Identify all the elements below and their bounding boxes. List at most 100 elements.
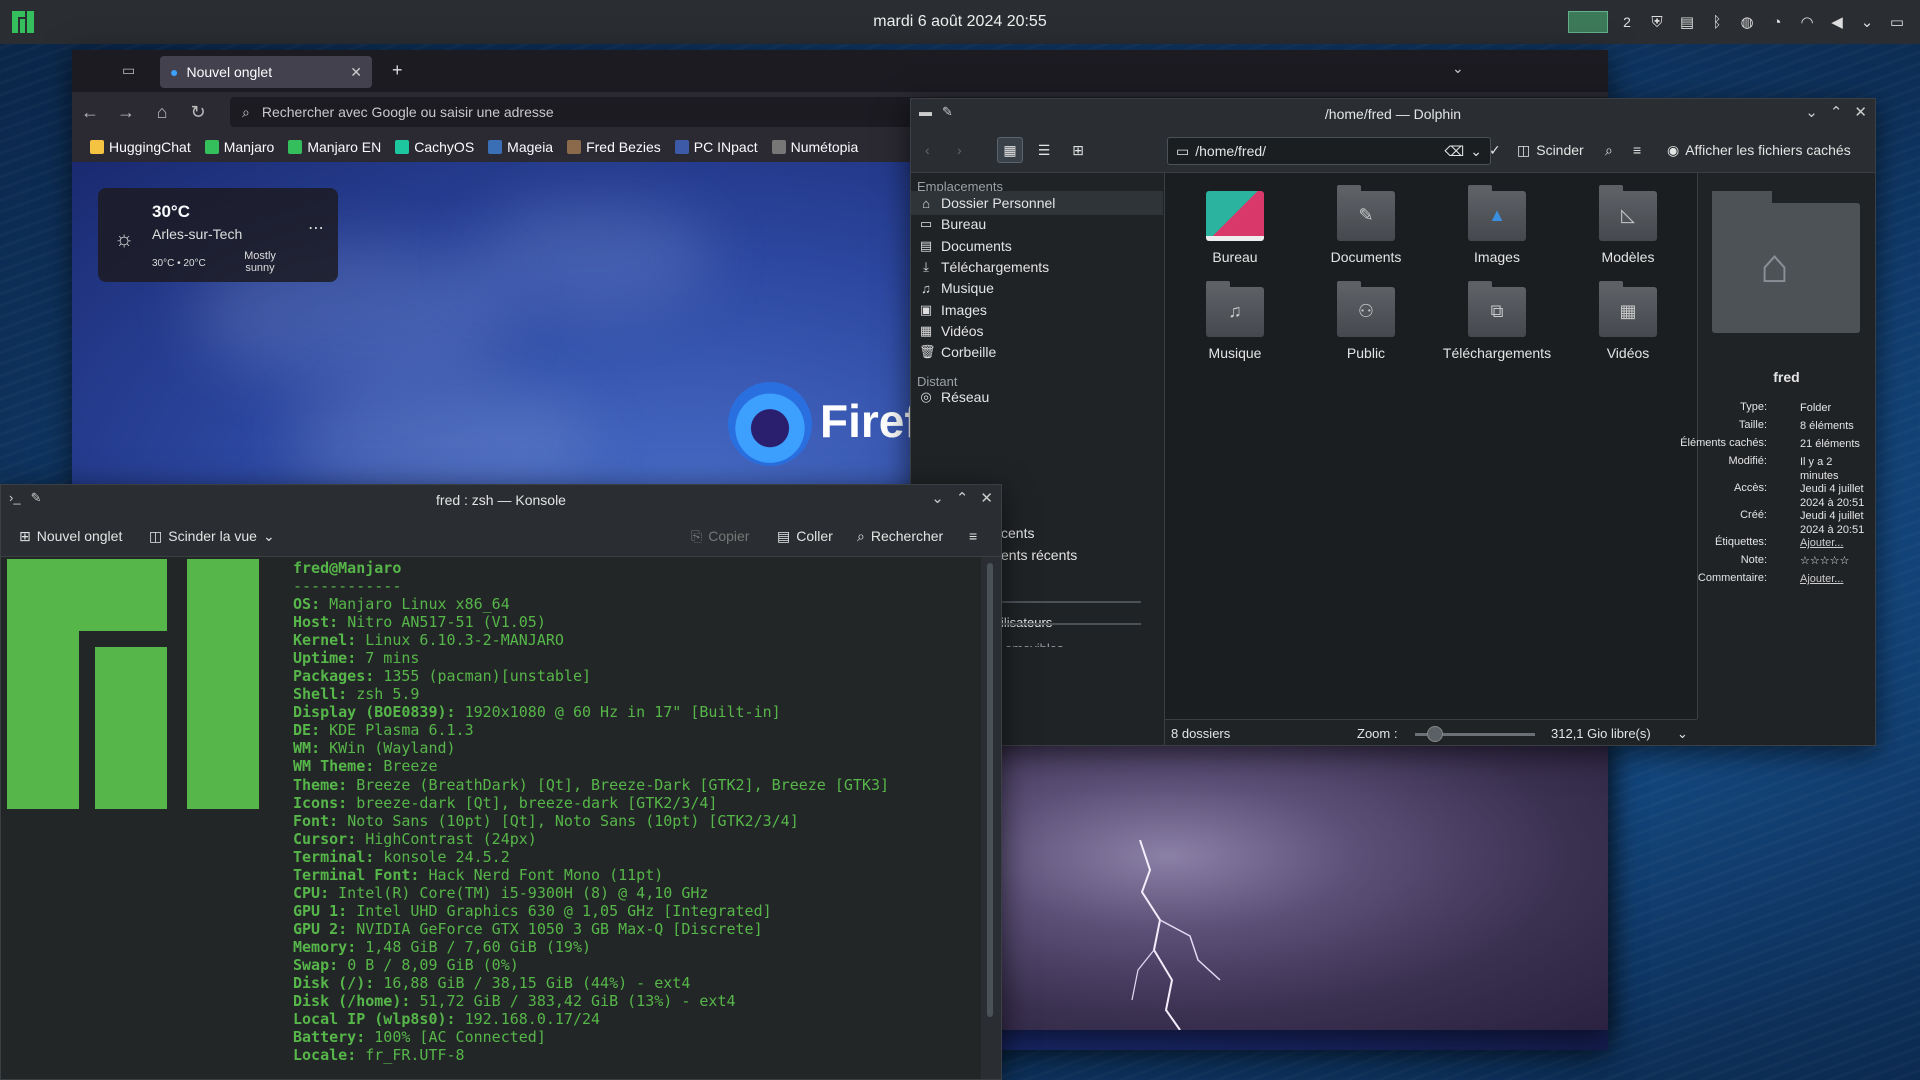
folder-item[interactable]: Bureau	[1175, 191, 1295, 265]
places-item[interactable]: ◎ Réseau	[911, 385, 1163, 409]
fastfetch-value: konsole 24.5.2	[383, 847, 510, 866]
bookmark-item[interactable]: Numétopia	[766, 139, 865, 155]
fastfetch-line: Theme: Breeze (BreathDark) [Qt], Breeze-…	[293, 776, 889, 794]
show-hidden-label: Afficher les fichiers cachés	[1685, 142, 1851, 158]
hamburger-menu-icon[interactable]: ≡	[1633, 137, 1641, 163]
firefox-wordmark: Firef	[820, 395, 920, 447]
virtual-desktop-pager[interactable]	[1568, 11, 1608, 33]
search-button[interactable]: ⌕ Rechercher	[857, 523, 943, 549]
folder-item[interactable]: ▲ Images	[1437, 185, 1557, 265]
volume-icon[interactable]: ◀	[1826, 11, 1848, 33]
bookmark-item[interactable]: Mageia	[482, 139, 559, 155]
panel-divider	[1001, 601, 1141, 603]
bookmark-item[interactable]: PC INpact	[669, 139, 764, 155]
clipboard-icon[interactable]: ▤	[1676, 11, 1698, 33]
update-icon[interactable]: ◔	[1766, 11, 1788, 33]
bookmark-item[interactable]: Fred Bezies	[561, 139, 667, 155]
fastfetch-key: Disk (/)	[293, 974, 366, 993]
folder-item[interactable]: ♫ Musique	[1175, 281, 1295, 361]
free-space[interactable]: 312,1 Gio libre(s)	[1551, 726, 1651, 741]
fastfetch-line: Kernel: Linux 6.10.3-2-MANJARO	[293, 631, 564, 649]
info-value[interactable]: ☆☆☆☆☆	[1800, 554, 1870, 568]
weather-widget[interactable]: ☼ 30°C Arles-sur-Tech 30°C • 20°C Mostly…	[98, 188, 338, 282]
fastfetch-key: Terminal	[293, 847, 366, 866]
bookmark-item[interactable]: Manjaro EN	[282, 139, 387, 155]
chevron-down-icon[interactable]: ⌄	[1677, 726, 1688, 742]
split-label: Scinder	[1536, 142, 1584, 158]
folder-item[interactable]: ✎ Documents	[1306, 185, 1426, 265]
fastfetch-line: Host: Nitro AN517-51 (V1.05)	[293, 613, 546, 631]
minimize-icon[interactable]: ⌄	[1805, 103, 1818, 121]
fastfetch-value: KDE Plasma 6.1.3	[329, 721, 474, 740]
bookmark-item[interactable]: HuggingChat	[84, 139, 197, 155]
terminal-output[interactable]: fred@Manjaro ------------ OS: Manjaro Li…	[1, 557, 981, 1079]
folder-item[interactable]: ◺ Modèles	[1568, 185, 1688, 265]
bookmark-item[interactable]: CachyOS	[389, 139, 480, 155]
shield-icon[interactable]: ⛨	[1646, 11, 1668, 33]
close-icon[interactable]: ✕	[1854, 103, 1867, 121]
confirm-icon[interactable]: ✓	[1489, 137, 1501, 163]
back-icon[interactable]: ‹	[925, 137, 930, 163]
copy-icon: ⎘	[691, 527, 703, 544]
fastfetch-key: Shell	[293, 685, 339, 704]
chevron-down-icon[interactable]: ⌄	[1856, 11, 1878, 33]
search-icon[interactable]: ⌕	[1605, 137, 1613, 163]
reload-icon[interactable]: ↻	[180, 102, 216, 123]
new-tab-button[interactable]: ⊞ Nouvel onglet	[19, 523, 122, 549]
folder-item[interactable]: ⚇ Public	[1306, 281, 1426, 361]
fastfetch-colon: :	[347, 829, 366, 848]
info-value: 21 éléments	[1800, 438, 1860, 450]
back-icon[interactable]: ←	[72, 102, 108, 123]
location-path: /home/fred/	[1195, 143, 1267, 159]
places-item-fragment[interactable]: ents récents	[1001, 547, 1077, 563]
scrollbar[interactable]	[981, 557, 1001, 1079]
split-button[interactable]: ◫ Scinder	[1517, 137, 1584, 163]
home-icon[interactable]: ⌂	[144, 102, 180, 123]
paste-label: Coller	[796, 528, 833, 544]
maximize-icon[interactable]: ⌃	[1830, 103, 1843, 121]
bookmark-item[interactable]: Manjaro	[199, 139, 281, 155]
wifi-icon[interactable]: ◠	[1796, 11, 1818, 33]
lightning-bolt-image	[1131, 840, 1221, 1030]
hamburger-menu-icon[interactable]: ≡	[969, 523, 977, 549]
more-options-icon[interactable]: ⋯	[308, 218, 324, 238]
forward-icon[interactable]: ›	[957, 137, 962, 163]
copy-button[interactable]: ⎘ Copier	[691, 523, 749, 549]
folder-icon: ⚇	[1337, 281, 1395, 337]
fastfetch-colon: :	[338, 685, 357, 704]
info-key: Modifié:	[1728, 455, 1767, 467]
tab-list-icon[interactable]: ▭	[122, 62, 135, 79]
place-icon: ♫	[921, 280, 931, 296]
tabs-menu-icon[interactable]: ⌄	[1452, 60, 1464, 77]
folder-item[interactable]: ▦ Vidéos	[1568, 281, 1688, 361]
folder-icon: ▦	[1599, 281, 1657, 337]
close-tab-icon[interactable]: ✕	[350, 64, 362, 81]
split-view-button[interactable]: ◫ Scinder la vue ⌄	[149, 523, 275, 549]
compact-view-icon[interactable]: ☰	[1031, 137, 1057, 163]
places-item-fragment[interactable]: cents	[1001, 525, 1034, 541]
show-hidden-button[interactable]: ◉ Afficher les fichiers cachés	[1667, 137, 1851, 163]
folder-item[interactable]: ⧉ Téléchargements	[1437, 281, 1557, 361]
forward-icon[interactable]: →	[108, 102, 144, 123]
icons-view-icon[interactable]: ▦	[997, 137, 1023, 163]
paste-button[interactable]: ▤ Coller	[777, 523, 833, 549]
chevron-down-icon[interactable]: ⌄	[1470, 143, 1482, 160]
bluetooth-icon[interactable]: ᛒ	[1706, 11, 1728, 33]
places-item[interactable]: 🗑 Corbeille	[911, 340, 1163, 364]
fastfetch-colon: :	[329, 811, 348, 830]
zoom-slider-handle[interactable]	[1427, 726, 1443, 742]
details-view-icon[interactable]: ⊞	[1065, 137, 1091, 163]
new-tab-button[interactable]: +	[392, 60, 403, 81]
info-value[interactable]: Ajouter...	[1800, 536, 1870, 550]
info-value[interactable]: Ajouter...	[1800, 572, 1870, 586]
desktop-number[interactable]: 2	[1616, 14, 1638, 30]
minimize-icon[interactable]: ⌄	[931, 489, 944, 507]
globe-icon[interactable]: ◍	[1736, 11, 1758, 33]
clear-icon[interactable]: ⌫	[1444, 143, 1464, 160]
fastfetch-key: Disk (/home)	[293, 992, 402, 1011]
close-icon[interactable]: ✕	[980, 489, 993, 507]
tab-new-tab[interactable]: ● Nouvel onglet ✕	[160, 56, 372, 88]
location-bar[interactable]: ▭ /home/fred/ ⌫ ⌄	[1167, 137, 1491, 165]
maximize-icon[interactable]: ⌃	[956, 489, 969, 507]
show-desktop-icon[interactable]: ▭	[1886, 11, 1908, 33]
